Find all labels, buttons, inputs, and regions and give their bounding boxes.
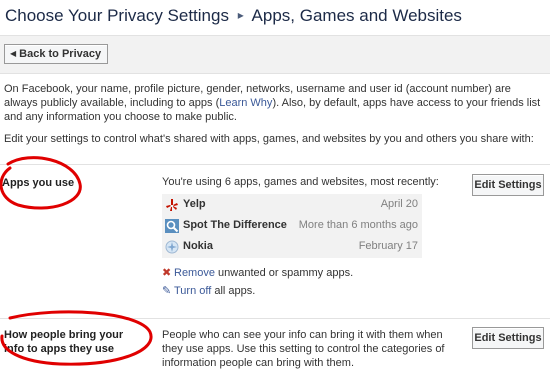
app-row[interactable]: Nokia February 17 [162, 236, 422, 258]
learn-why-link[interactable]: Learn Why [219, 97, 272, 109]
breadcrumb-current: Apps, Games and Websites [251, 6, 462, 25]
intro-text: On Facebook, your name, profile picture,… [4, 82, 544, 154]
pencil-icon: ✎ [162, 285, 172, 297]
app-name[interactable]: Spot The Difference [183, 219, 287, 231]
breadcrumb-parent[interactable]: Choose Your Privacy Settings [5, 6, 229, 25]
app-last-used: More than 6 months ago [298, 219, 418, 231]
apps-you-use-title: Apps you use [2, 177, 75, 189]
breadcrumb: Choose Your Privacy Settings ▸ Apps, Gam… [5, 6, 462, 26]
apps-edit-settings-button[interactable]: Edit Settings [472, 174, 544, 196]
intro-paragraph-2: Edit your settings to control what's sha… [4, 133, 534, 145]
app-name[interactable]: Nokia [183, 240, 213, 252]
app-row[interactable]: Spot The Difference More than 6 months a… [162, 215, 422, 237]
app-name[interactable]: Yelp [183, 198, 206, 210]
divider [0, 164, 550, 165]
yelp-icon [166, 199, 178, 211]
app-last-used: April 20 [380, 198, 418, 210]
app-row[interactable]: Yelp April 20 [162, 194, 422, 216]
turn-off-apps-line: ✎ Turn off all apps. [162, 285, 256, 297]
back-to-privacy-button[interactable]: ◀ Back to Privacy [4, 44, 109, 64]
info-via-friends-edit-settings-button[interactable]: Edit Settings [472, 327, 544, 349]
toolbar: ◀ Back to Privacy [0, 35, 550, 74]
back-arrow-icon: ◀ [10, 49, 17, 58]
remove-x-icon: ✖ [162, 267, 172, 279]
turn-off-apps-link[interactable]: Turn off [174, 285, 211, 297]
intro-paragraph-1: On Facebook, your name, profile picture,… [4, 83, 541, 123]
info-via-friends-title: How people bring your info to apps they … [4, 329, 124, 355]
divider [0, 318, 550, 319]
back-to-privacy-label: Back to Privacy [19, 48, 102, 60]
apps-summary-text: You're using 6 apps, games and websites,… [162, 176, 439, 188]
remove-apps-line: ✖ Remove unwanted or spammy apps. [162, 267, 354, 279]
info-via-friends-description: People who can see your info can bring i… [162, 329, 445, 369]
app-last-used: February 17 [358, 240, 418, 252]
spot-the-difference-icon [165, 219, 179, 233]
remove-apps-link[interactable]: Remove [174, 267, 215, 279]
page-header: Choose Your Privacy Settings ▸ Apps, Gam… [0, 0, 550, 33]
nokia-icon [165, 240, 179, 254]
breadcrumb-separator-icon: ▸ [237, 8, 244, 22]
